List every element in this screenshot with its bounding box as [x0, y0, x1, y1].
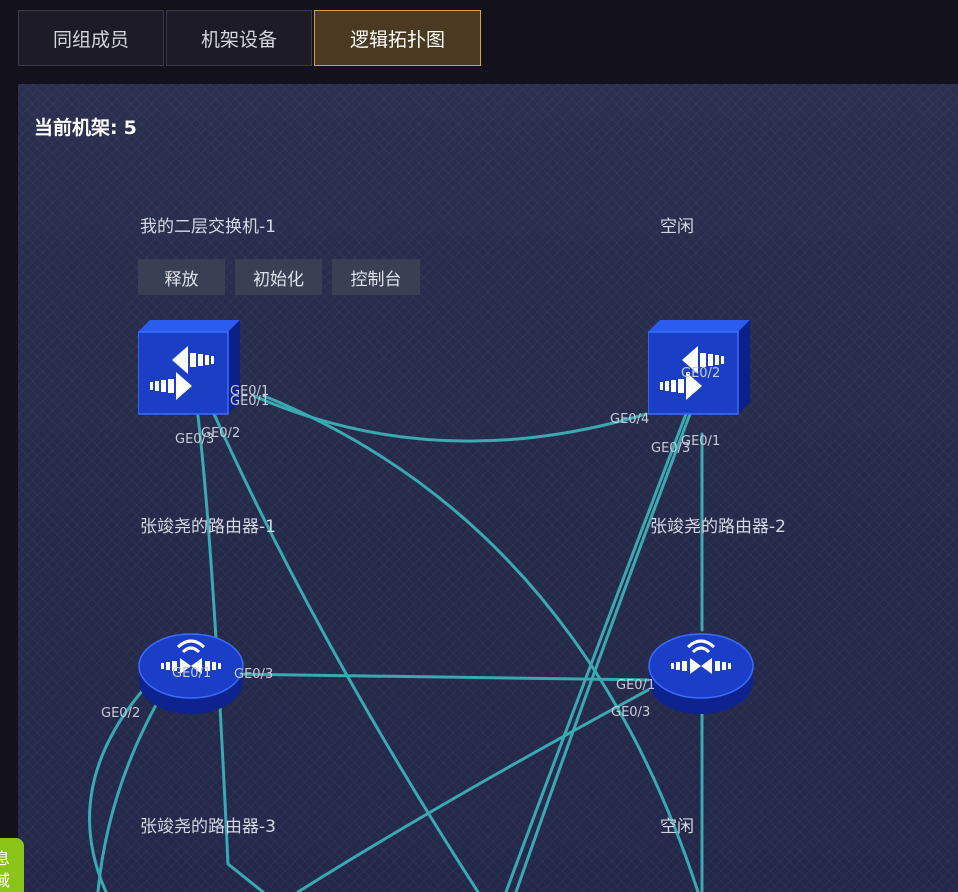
link-layer — [88, 394, 704, 892]
port-label: GE0/3 — [175, 432, 215, 447]
side-widget-text: 息 域 — [0, 849, 11, 890]
release-button[interactable]: 释放 — [138, 259, 225, 295]
device-name-router-2: 张竣尧的路由器-2 — [650, 517, 786, 537]
device-name-switch-1: 我的二层交换机-1 — [140, 217, 276, 237]
tab-group-members[interactable]: 同组成员 — [18, 10, 164, 66]
device-name-idle-2: 空闲 — [660, 817, 694, 837]
port-label: GE0/2 — [681, 366, 721, 381]
router-icon[interactable] — [648, 624, 754, 716]
console-button[interactable]: 控制台 — [332, 259, 420, 295]
port-label: GE0/1 — [616, 678, 656, 693]
device-name-idle-1: 空闲 — [660, 217, 694, 237]
topology-canvas: 当前机架: 5 我的二层交换机-1 空闲 张竣尧的路由器-1 张竣尧的路由器-2 … — [18, 84, 958, 892]
switch-icon[interactable] — [138, 318, 243, 416]
tab-bar: 同组成员 机架设备 逻辑拓扑图 — [18, 10, 481, 66]
port-label: GE0/1 — [681, 434, 721, 449]
device-name-router-1: 张竣尧的路由器-1 — [140, 517, 276, 537]
port-label: GE0/1 — [172, 666, 212, 681]
port-label: GE0/3 — [611, 705, 651, 720]
link-r2-r3 — [296, 688, 650, 892]
port-label: GE0/3 — [234, 667, 274, 682]
port-label: GE0/2 — [101, 706, 141, 721]
tab-rack-devices[interactable]: 机架设备 — [166, 10, 312, 66]
port-label: GE0/1 — [230, 394, 270, 409]
initialize-button[interactable]: 初始化 — [235, 259, 322, 295]
tab-logical-topology[interactable]: 逻辑拓扑图 — [314, 10, 481, 66]
device-name-router-3: 张竣尧的路由器-3 — [140, 817, 276, 837]
port-label: GE0/4 — [610, 412, 650, 427]
side-widget[interactable]: 息 域 — [0, 838, 24, 892]
